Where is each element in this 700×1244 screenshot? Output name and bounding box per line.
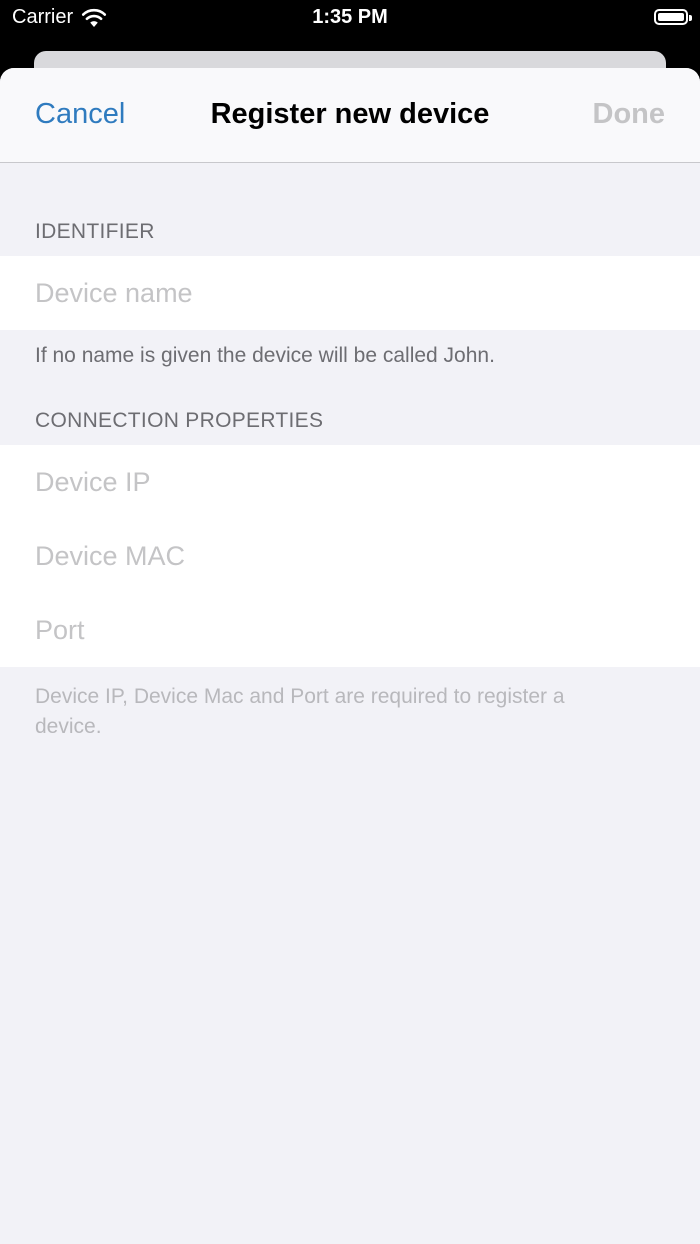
- device-name-row: [0, 256, 700, 330]
- navigation-bar: Cancel Register new device Done: [0, 68, 700, 163]
- status-time: 1:35 PM: [312, 6, 388, 28]
- port-field[interactable]: [35, 593, 665, 667]
- connection-section-header: CONNECTION PROPERTIES: [35, 409, 324, 432]
- battery-cap: [689, 15, 692, 21]
- battery-icon: [654, 9, 692, 25]
- identifier-group: [0, 256, 700, 330]
- port-row: [0, 593, 700, 667]
- device-name-field[interactable]: [35, 256, 665, 330]
- connection-footer: Device IP, Device Mac and Port are requi…: [35, 685, 565, 738]
- done-button[interactable]: Done: [593, 98, 666, 131]
- battery-fill: [658, 13, 684, 21]
- identifier-footer: If no name is given the device will be c…: [35, 344, 495, 367]
- device-ip-row: [0, 445, 700, 519]
- device-mac-field[interactable]: [35, 519, 665, 593]
- status-bar: Carrier 1:35 PM: [0, 0, 700, 36]
- identifier-section-header: IDENTIFIER: [35, 220, 155, 243]
- device-ip-field[interactable]: [35, 445, 665, 519]
- device-mac-row: [0, 519, 700, 593]
- register-device-sheet: Cancel Register new device Done IDENTIFI…: [0, 68, 700, 1244]
- connection-group: [0, 445, 700, 667]
